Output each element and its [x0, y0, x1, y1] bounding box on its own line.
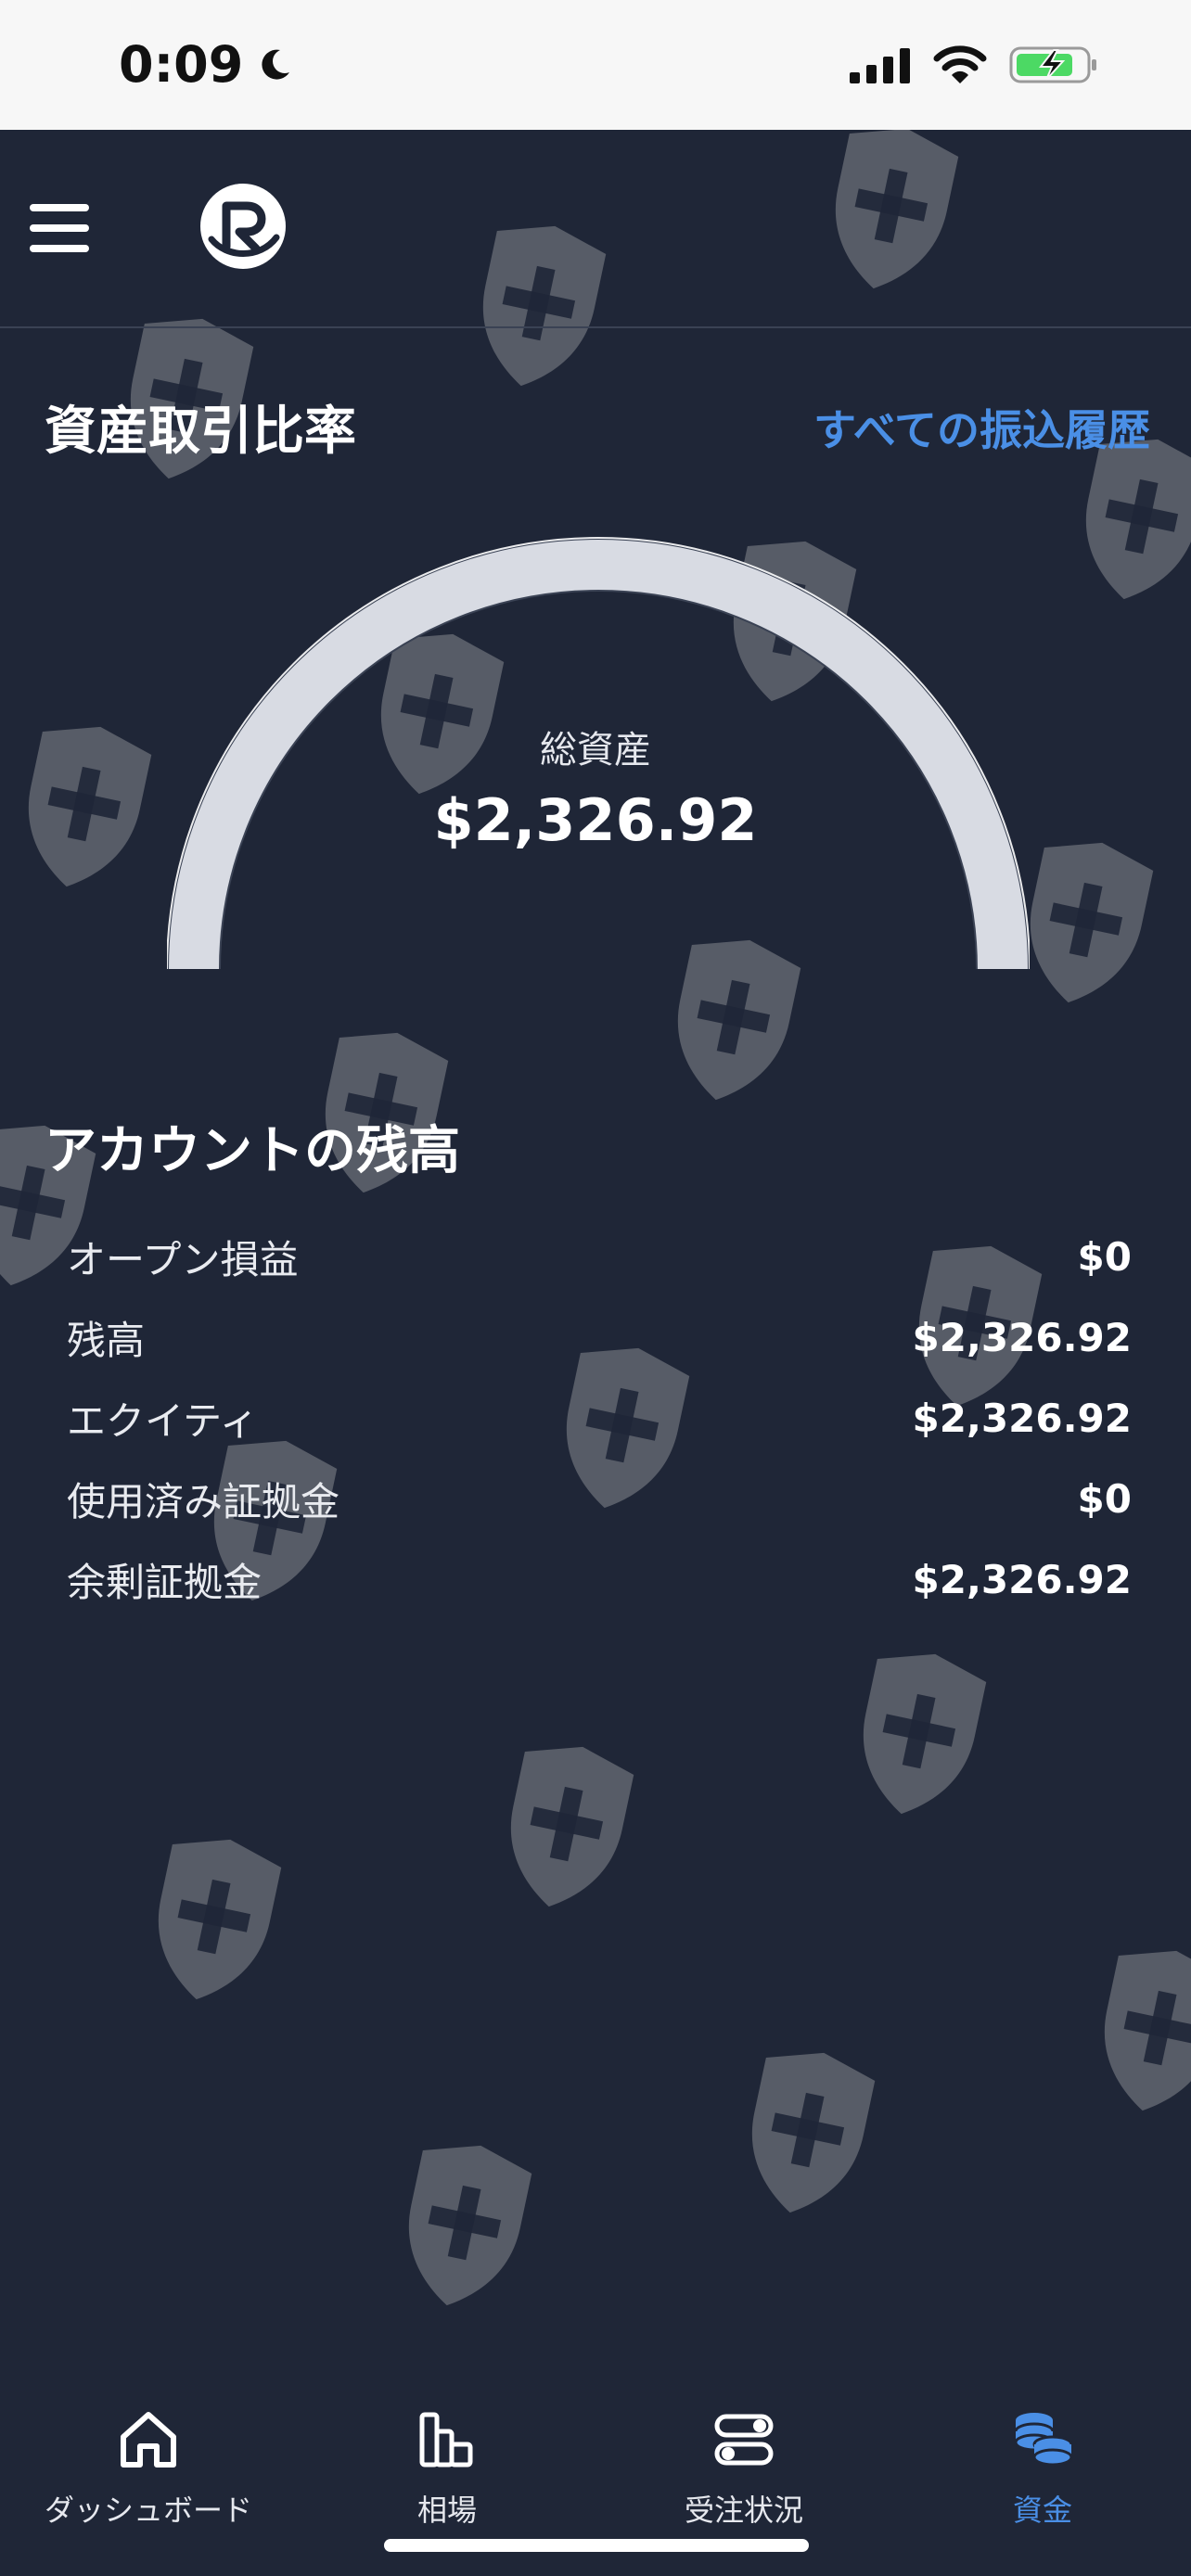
row-label: オープン損益 — [67, 1237, 299, 1282]
row-value: $0 — [1077, 1476, 1132, 1522]
coins-stack-icon — [1014, 2413, 1073, 2467]
nav-item-orders[interactable]: 受注状況 — [596, 2383, 892, 2530]
total-asset-value: $2,326.92 — [433, 786, 758, 854]
all-transfers-link[interactable]: すべての振込履歴 — [813, 397, 1150, 458]
home-indicator — [384, 2539, 809, 2552]
r-logo-icon[interactable] — [198, 182, 288, 271]
home-icon — [121, 2412, 176, 2468]
nav-label: 相場 — [416, 2493, 477, 2528]
nav-label: ダッシュボード — [44, 2493, 252, 2528]
status-bar: 0:09 — [0, 0, 1191, 130]
toggles-icon — [714, 2414, 774, 2466]
clock-text: 0:09 — [119, 35, 244, 94]
account-balance-title: アカウントの残高 — [45, 1121, 460, 1181]
moon-icon — [262, 49, 290, 80]
gauge-label: 総資産 — [540, 729, 651, 772]
cellular-signal-icon — [850, 48, 910, 83]
bar-chart-icon — [419, 2412, 473, 2468]
balance-row-free-margin: 余剰証拠金 $2,326.92 — [67, 1539, 1132, 1620]
nav-label: 受注状況 — [684, 2493, 803, 2528]
app-header — [0, 130, 1191, 328]
row-label: 残高 — [67, 1318, 146, 1363]
wifi-icon — [933, 45, 987, 83]
battery-charging-icon — [1009, 46, 1096, 83]
balance-row-open-pl: オープン損益 $0 — [67, 1217, 1132, 1297]
balance-row-used-margin: 使用済み証拠金 $0 — [67, 1459, 1132, 1539]
nav-label: 資金 — [1012, 2493, 1072, 2528]
asset-ratio-title: 資産取引比率 — [45, 402, 356, 462]
status-time: 0:09 — [119, 35, 293, 94]
row-label: 余剰証拠金 — [67, 1560, 263, 1605]
row-value: $2,326.92 — [912, 1396, 1132, 1441]
balance-row-balance: 残高 $2,326.92 — [67, 1297, 1132, 1378]
nav-item-dashboard[interactable]: ダッシュボード — [0, 2383, 297, 2530]
balance-list: オープン損益 $0 残高 $2,326.92 エクイティ $2,326.92 使… — [67, 1217, 1132, 1620]
nav-item-market[interactable]: 相場 — [299, 2383, 596, 2530]
hamburger-icon[interactable] — [30, 204, 89, 256]
nav-item-funds[interactable]: 資金 — [894, 2383, 1191, 2530]
row-value: $2,326.92 — [912, 1315, 1132, 1360]
row-value: $2,326.92 — [912, 1557, 1132, 1602]
row-value: $0 — [1077, 1234, 1132, 1280]
row-label: エクイティ — [67, 1398, 259, 1444]
status-icons — [850, 45, 1098, 85]
balance-row-equity: エクイティ $2,326.92 — [67, 1378, 1132, 1459]
row-label: 使用済み証拠金 — [67, 1479, 340, 1524]
